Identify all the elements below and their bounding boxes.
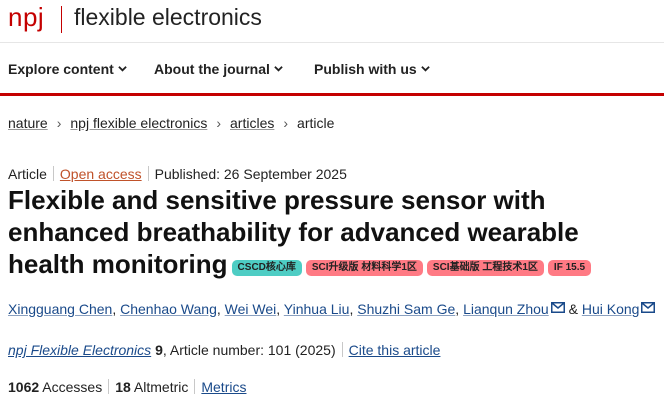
author-separator: ,	[112, 301, 121, 317]
chevron-down-icon	[118, 64, 127, 73]
author-link[interactable]: Wei Wei	[225, 301, 277, 317]
meta-divider	[52, 166, 54, 181]
breadcrumb-articles[interactable]: articles	[230, 115, 274, 131]
nav-label: About the journal	[154, 61, 270, 77]
author-separator: ,	[276, 301, 284, 317]
badge-sci-basic: SCI基础版 工程技术1区	[426, 260, 544, 276]
cite-this-article-link[interactable]: Cite this article	[349, 342, 441, 358]
breadcrumb-journal[interactable]: npj flexible electronics	[70, 115, 207, 131]
author-link[interactable]: Shuzhi Sam Ge	[357, 301, 455, 317]
altmetric-label: Altmetric	[133, 379, 189, 395]
nav-explore-content[interactable]: Explore content	[8, 61, 127, 77]
published-date: Published: 26 September 2025	[154, 166, 347, 182]
author-link[interactable]: Lianqun Zhou	[463, 301, 549, 317]
breadcrumb-separator-icon: ›	[56, 115, 62, 131]
author-list: Xingguang Chen, Chenhao Wang, Wei Wei, Y…	[8, 301, 656, 317]
journal-link[interactable]: npj Flexible Electronics	[8, 342, 151, 358]
breadcrumb-separator-icon: ›	[216, 115, 222, 131]
author-link[interactable]: Yinhua Liu	[284, 301, 350, 317]
article-meta: Article Open access Published: 26 Septembe…	[8, 166, 347, 182]
email-icon[interactable]	[550, 302, 565, 313]
meta-divider	[147, 166, 149, 181]
open-access-link[interactable]: Open access	[60, 166, 142, 182]
altmetric-count: 18	[115, 379, 131, 395]
breadcrumb-separator-icon: ›	[283, 115, 289, 131]
nav-label: Explore content	[8, 61, 114, 77]
author-conjunction: &	[568, 301, 578, 317]
author-link[interactable]: Chenhao Wang	[120, 301, 217, 317]
breadcrumb-nature[interactable]: nature	[8, 115, 48, 131]
logo-divider	[61, 6, 62, 33]
chevron-down-icon	[274, 64, 283, 73]
article-number: , Article number: 101 (2025)	[162, 342, 336, 358]
site-header: npj flexible electronics	[0, 0, 664, 43]
badge-impact-factor: IF 15.5	[547, 260, 592, 276]
citation-divider	[341, 342, 343, 357]
email-icon[interactable]	[641, 302, 656, 313]
breadcrumb-current: article	[297, 115, 335, 131]
article-metrics: 1062 Accesses 18 Altmetric Metrics	[8, 379, 246, 395]
chevron-down-icon	[420, 64, 430, 73]
nav-label: Publish with us	[314, 61, 417, 77]
npj-logo[interactable]: npj	[8, 2, 44, 33]
nav-about-journal[interactable]: About the journal	[154, 61, 283, 77]
author-link[interactable]: Hui Kong	[582, 301, 640, 317]
badge-cscd: CSCD核心库	[231, 260, 302, 276]
article-type: Article	[8, 166, 47, 182]
citation-line: npj Flexible Electronics 9, Article numb…	[8, 342, 440, 358]
journal-name-logo[interactable]: flexible electronics	[74, 4, 262, 31]
accesses-label: Accesses	[42, 379, 103, 395]
volume-number: 9	[155, 342, 163, 358]
author-link[interactable]: Xingguang Chen	[8, 301, 112, 317]
main-nav: Explore content About the journal Publis…	[0, 43, 664, 96]
breadcrumb: nature › npj flexible electronics › articles…	[8, 115, 334, 131]
metrics-divider	[194, 379, 196, 394]
nav-publish[interactable]: Publish with us	[314, 61, 430, 77]
metrics-divider	[108, 379, 110, 394]
article-title-block: Flexible and sensitive pressure sensor w…	[8, 184, 660, 280]
accesses-count: 1062	[8, 379, 40, 395]
badge-sci-upgrade: SCI升级版 材料科学1区	[305, 260, 423, 276]
author-separator: ,	[216, 301, 225, 317]
author-separator: ,	[455, 301, 464, 317]
metrics-link[interactable]: Metrics	[201, 379, 246, 395]
